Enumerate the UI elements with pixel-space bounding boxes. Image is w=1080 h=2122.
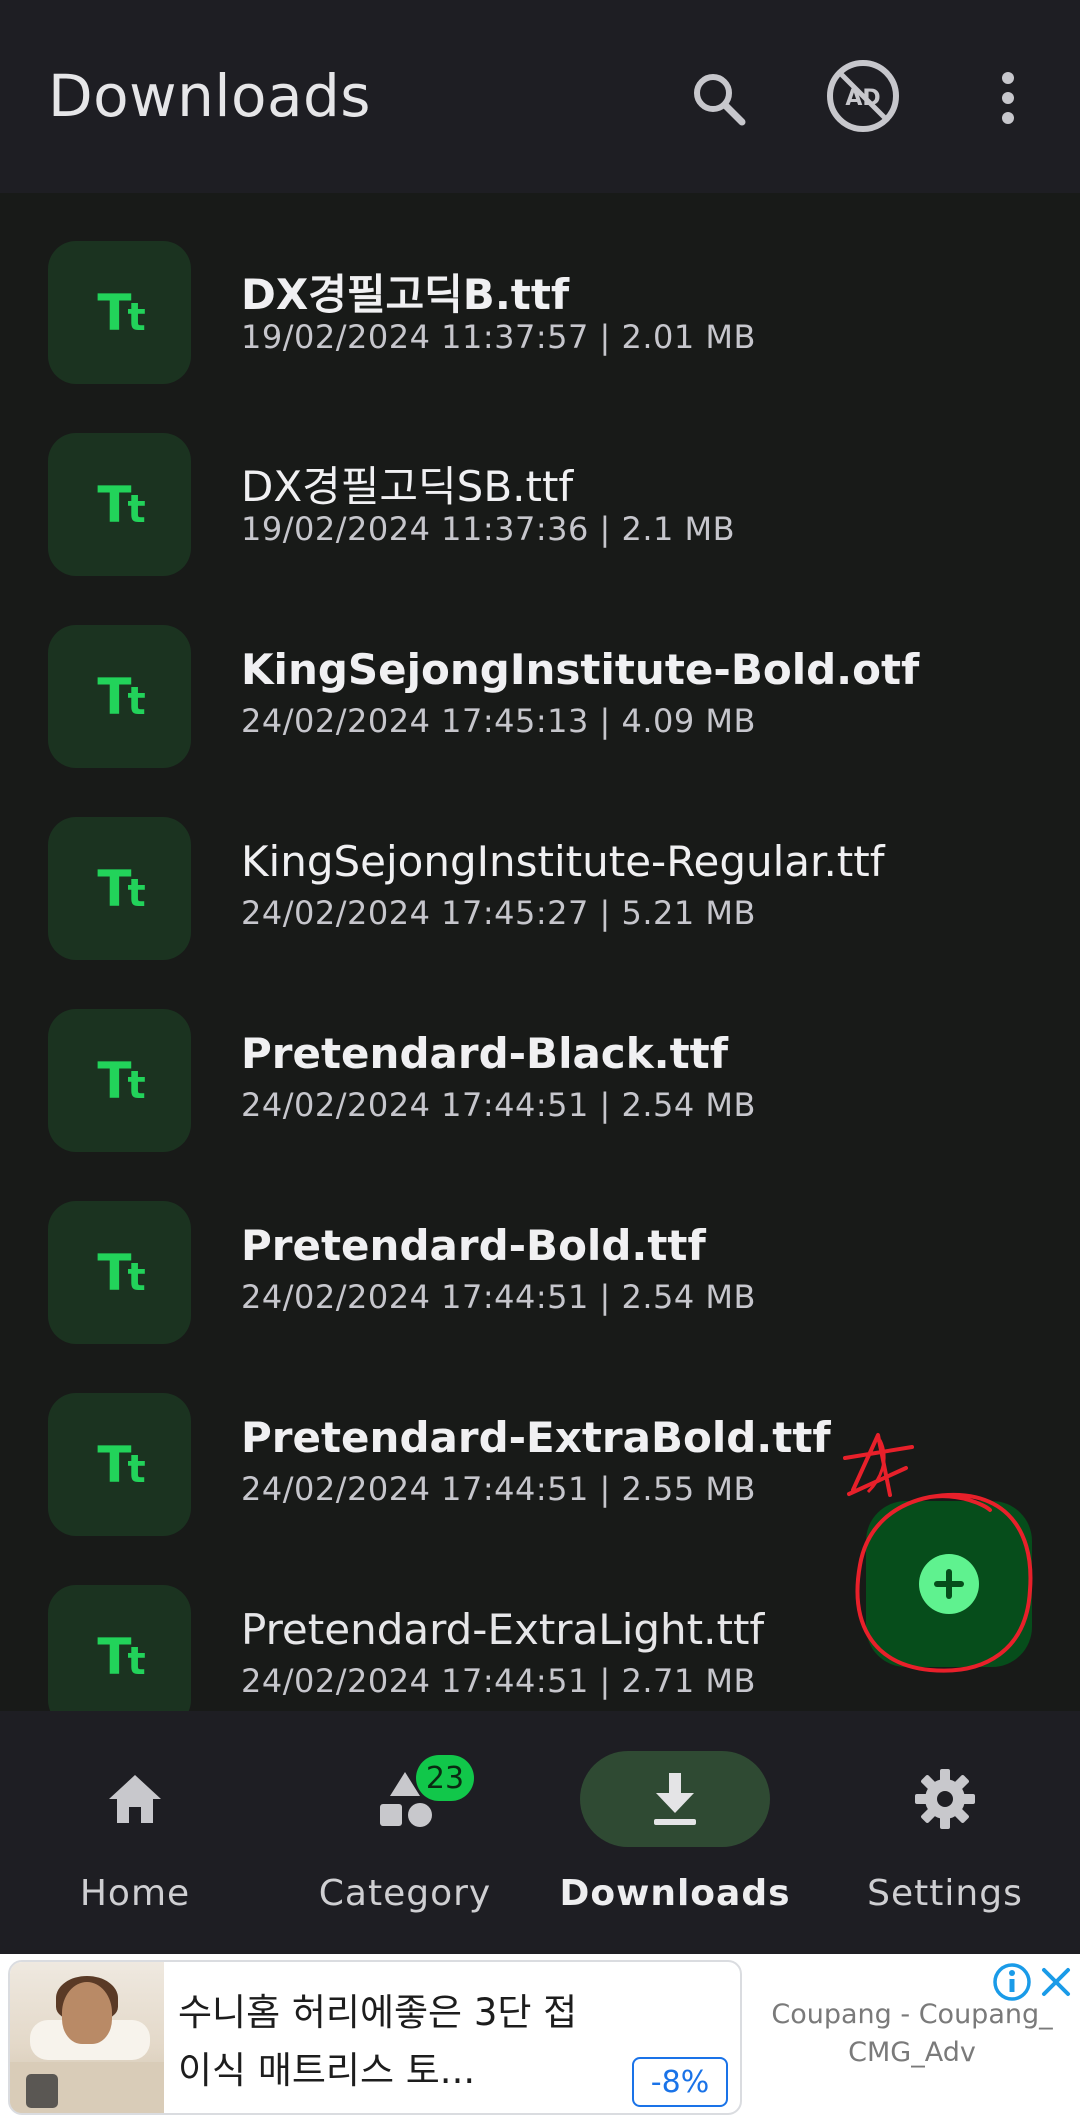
close-icon[interactable] <box>1036 1962 1076 2002</box>
font-glyph: Tt <box>97 667 145 726</box>
ad-icon-text: AD <box>845 86 880 111</box>
nav-label-category: Category <box>318 1873 492 1914</box>
font-file-icon: Tt <box>48 625 191 768</box>
font-file-icon: Tt <box>48 1201 191 1344</box>
info-icon[interactable] <box>992 1962 1032 2002</box>
file-meta: 24/02/2024 17:44:51 | 2.54 MB <box>241 1086 756 1124</box>
file-meta: 24/02/2024 17:45:27 | 5.21 MB <box>241 894 756 932</box>
font-glyph: Tt <box>97 1627 145 1686</box>
font-glyph: Tt <box>97 1435 145 1494</box>
file-name: KingSejongInstitute-Bold.otf <box>241 645 920 694</box>
font-file-icon: Tt <box>48 817 191 960</box>
file-name: Pretendard-ExtraBold.ttf <box>241 1413 831 1462</box>
nav-label-downloads: Downloads <box>559 1873 791 1914</box>
file-name: DX경필고딕SB.ttf <box>241 462 574 511</box>
font-file-icon: Tt <box>48 433 191 576</box>
file-list-item[interactable]: Tt KingSejongInstitute-Regular.ttf 24/02/2… <box>0 769 1080 961</box>
file-meta: 24/02/2024 17:45:13 | 4.09 MB <box>241 702 756 740</box>
nav-item-home[interactable]: Home <box>0 1711 270 1954</box>
page-title: Downloads <box>48 62 372 130</box>
add-button[interactable] <box>866 1501 1032 1667</box>
search-icon[interactable] <box>678 58 758 138</box>
file-name: KingSejongInstitute-Regular.ttf <box>241 837 885 886</box>
file-list-item[interactable]: Tt DX경필고딕SB.ttf 19/02/2024 11:37:36 | 2.1 … <box>0 385 1080 577</box>
top-app-bar: Downloads AD <box>0 0 1080 193</box>
font-glyph: Tt <box>97 283 145 342</box>
category-icon <box>310 1751 500 1847</box>
font-file-icon: Tt <box>48 1393 191 1536</box>
nav-item-category[interactable]: 23 Category <box>270 1711 540 1954</box>
nav-item-downloads[interactable]: Downloads <box>540 1711 810 1954</box>
nav-label-home: Home <box>79 1873 191 1914</box>
ad-title: 수니홈 허리에좋은 3단 접이식 매트리스 토... <box>178 1991 578 2092</box>
download-icon <box>580 1751 770 1847</box>
ad-banner[interactable]: 수니홈 허리에좋은 3단 접이식 매트리스 토... -8% Coupang -… <box>0 1954 1080 2122</box>
file-name: Pretendard-Bold.ttf <box>241 1221 706 1270</box>
file-meta: 24/02/2024 17:44:51 | 2.54 MB <box>241 1278 756 1316</box>
ad-discount-badge: -8% <box>632 2057 728 2107</box>
ad-card[interactable]: 수니홈 허리에좋은 3단 접이식 매트리스 토... -8% <box>8 1960 742 2115</box>
font-glyph: Tt <box>97 475 145 534</box>
font-file-icon: Tt <box>48 1585 191 1711</box>
nav-label-settings: Settings <box>867 1873 1023 1914</box>
ad-source: Coupang - Coupang_ CMG_Adv <box>771 1999 1053 2068</box>
nav-item-settings[interactable]: Settings <box>810 1711 1080 1954</box>
file-list-item[interactable]: Tt Pretendard-Bold.ttf 24/02/2024 17:44:51… <box>0 1153 1080 1345</box>
category-count-badge: 23 <box>416 1755 474 1801</box>
font-glyph: Tt <box>97 1243 145 1302</box>
file-meta: 19/02/2024 11:37:36 | 2.1 MB <box>241 510 736 548</box>
font-file-icon: Tt <box>48 1009 191 1152</box>
file-meta: 24/02/2024 17:44:51 | 2.55 MB <box>241 1470 756 1508</box>
settings-icon <box>850 1751 1040 1847</box>
font-file-icon: Tt <box>48 241 191 384</box>
font-glyph: Tt <box>97 1051 145 1110</box>
bottom-navigation: Home 23 Category Downloads Settings <box>0 1711 1080 1954</box>
downloads-list: Tt DX경필고딕B.ttf 19/02/2024 11:37:57 | 2.01 … <box>0 193 1080 1711</box>
ad-free-icon[interactable]: AD <box>823 56 903 136</box>
home-icon <box>40 1751 230 1847</box>
ad-product-image <box>10 1962 164 2113</box>
file-name: Pretendard-ExtraLight.ttf <box>241 1605 765 1654</box>
more-vert-icon[interactable] <box>968 58 1048 138</box>
font-glyph: Tt <box>97 859 145 918</box>
file-list-item[interactable]: Tt Pretendard-Black.ttf 24/02/2024 17:44:5… <box>0 961 1080 1153</box>
file-name: DX경필고딕B.ttf <box>241 270 570 319</box>
file-meta: 19/02/2024 11:37:57 | 2.01 MB <box>241 318 756 356</box>
file-name: Pretendard-Black.ttf <box>241 1029 729 1078</box>
file-list-item[interactable]: Tt DX경필고딕B.ttf 19/02/2024 11:37:57 | 2.01 … <box>0 193 1080 385</box>
file-list-item[interactable]: Tt KingSejongInstitute-Bold.otf 24/02/2024… <box>0 577 1080 769</box>
file-meta: 24/02/2024 17:44:51 | 2.71 MB <box>241 1662 756 1700</box>
add-icon <box>919 1554 979 1614</box>
